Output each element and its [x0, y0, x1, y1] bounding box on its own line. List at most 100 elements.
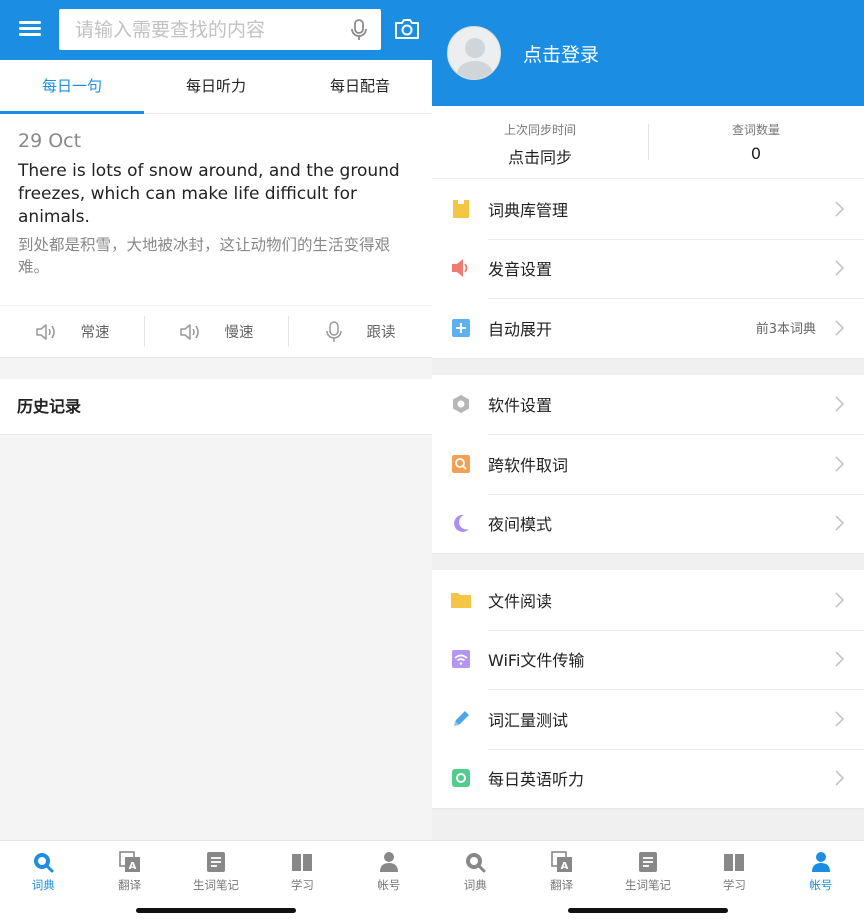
- nav-label: 帐号: [377, 878, 401, 892]
- chevron-right-icon: [835, 320, 844, 336]
- history-title[interactable]: 历史记录: [0, 379, 432, 435]
- nav-label: 生词笔记: [193, 878, 240, 892]
- settings-group-1: 词典库管理 发音设置 自动展开 前3本词典: [432, 179, 864, 358]
- settings-group-3: 文件阅读 WiFi文件传输 词汇量测试 每日英语听力: [432, 570, 864, 808]
- menu-label: 软件设置: [488, 396, 553, 416]
- dictionary-icon: [453, 199, 469, 218]
- chevron-right-icon: [835, 515, 844, 531]
- lookup-count-value: 0: [750, 144, 762, 163]
- menu-label: WiFi文件传输: [488, 651, 585, 671]
- menu-icon[interactable]: [16, 18, 44, 42]
- home-indicator: [136, 908, 296, 913]
- account-header: 点击登录: [432, 0, 864, 106]
- chevron-right-icon: [835, 592, 844, 608]
- menu-pronunciation-settings[interactable]: 发音设置: [432, 238, 864, 299]
- chevron-right-icon: [835, 260, 844, 276]
- tab-daily-listening[interactable]: 每日听力: [144, 60, 288, 113]
- speaker-icon: [35, 323, 55, 340]
- chevron-right-icon: [835, 711, 844, 727]
- gear-icon: [453, 395, 469, 414]
- translate-icon: A: [118, 851, 140, 872]
- nav-label: 翻译: [550, 878, 574, 892]
- last-sync-label: 上次同步时间: [503, 123, 576, 137]
- nav-label: 生词笔记: [625, 878, 672, 892]
- english-sentence[interactable]: There is lots of snow around, and the gr…: [18, 160, 414, 229]
- nav-account[interactable]: 帐号: [346, 841, 432, 920]
- last-sync[interactable]: 上次同步时间 点击同步: [432, 106, 648, 178]
- nav-dictionary[interactable]: 词典: [0, 841, 86, 920]
- chevron-right-icon: [835, 201, 844, 217]
- mic-icon: [325, 320, 342, 342]
- notes-icon: [639, 852, 658, 872]
- tab-daily-sentence[interactable]: 每日一句: [0, 60, 144, 114]
- wifi-icon: [452, 650, 470, 669]
- lookup-count: 查词数量 0: [648, 106, 864, 178]
- chevron-right-icon: [835, 456, 844, 472]
- speaker-icon: [179, 323, 199, 340]
- folder-icon: [451, 592, 471, 608]
- search-header: [0, 0, 432, 60]
- svg-text:A: A: [560, 861, 568, 872]
- menu-file-reading[interactable]: 文件阅读: [432, 570, 864, 630]
- menu-label: 词汇量测试: [488, 710, 569, 730]
- read-along-label: 跟读: [366, 325, 396, 341]
- plus-square-icon: [452, 318, 470, 337]
- menu-wifi-transfer[interactable]: WiFi文件传输: [432, 629, 864, 690]
- camera-icon[interactable]: [393, 17, 421, 41]
- normal-speed-label: 常速: [80, 325, 110, 341]
- dictionary-search-icon: [34, 853, 54, 873]
- auto-expand-value: 前3本词典: [755, 322, 816, 338]
- svg-text:A: A: [128, 861, 136, 872]
- slow-speed-label: 慢速: [224, 325, 254, 341]
- search-box[interactable]: [59, 9, 381, 50]
- menu-dictionary-library[interactable]: 词典库管理: [432, 179, 864, 239]
- dictionary-screen: 每日一句 每日听力 每日配音 29 Oct There is lots of s…: [0, 0, 432, 920]
- nav-label: 学习: [290, 878, 314, 892]
- menu-label: 自动展开: [488, 319, 553, 339]
- nav-label: 帐号: [809, 878, 833, 892]
- menu-label: 发音设置: [488, 260, 553, 280]
- tab-daily-dubbing[interactable]: 每日配音: [288, 60, 432, 113]
- account-screen: 点击登录 上次同步时间 点击同步 查词数量 0 词典库管理 发音设置 自动展开 …: [432, 0, 864, 920]
- dictionary-search-icon: [466, 853, 486, 873]
- login-link[interactable]: 点击登录: [523, 40, 599, 67]
- menu-daily-english-listening[interactable]: 每日英语听力: [432, 748, 864, 809]
- slow-speed-button[interactable]: 慢速: [144, 306, 288, 357]
- menu-cross-app-lookup[interactable]: 跨软件取词: [432, 434, 864, 494]
- search-square-icon: [452, 454, 470, 473]
- account-icon: [379, 852, 398, 872]
- read-along-button[interactable]: 跟读: [288, 306, 432, 357]
- menu-software-settings[interactable]: 软件设置: [432, 375, 864, 435]
- menu-label: 词典库管理: [488, 200, 569, 220]
- mic-icon[interactable]: [349, 19, 369, 41]
- daily-tabs: 每日一句 每日听力 每日配音: [0, 60, 432, 114]
- search-input[interactable]: [59, 9, 329, 50]
- nav-label: 词典: [31, 878, 55, 892]
- normal-speed-button[interactable]: 常速: [0, 306, 144, 357]
- home-indicator: [568, 908, 728, 913]
- avatar-placeholder-icon: [456, 38, 494, 79]
- sync-stats: 上次同步时间 点击同步 查词数量 0: [432, 106, 864, 179]
- chinese-translation: 到处都是积雪，大地被冰封，这让动物们的生活变得艰难。: [18, 236, 391, 276]
- sentence-date: 29 Oct: [18, 130, 82, 152]
- avatar[interactable]: [447, 26, 501, 80]
- menu-vocabulary-test[interactable]: 词汇量测试: [432, 689, 864, 749]
- nav-label: 学习: [722, 878, 746, 892]
- nav-account[interactable]: 帐号: [778, 841, 864, 920]
- chevron-right-icon: [835, 396, 844, 412]
- menu-label: 文件阅读: [488, 591, 553, 611]
- settings-group-2: 软件设置 跨软件取词 夜间模式: [432, 374, 864, 554]
- nav-dictionary[interactable]: 词典: [432, 841, 518, 920]
- book-icon: [292, 854, 313, 871]
- menu-label: 夜间模式: [488, 515, 553, 535]
- menu-auto-expand[interactable]: 自动展开 前3本词典: [432, 298, 864, 358]
- menu-label: 每日英语听力: [488, 770, 585, 790]
- notes-icon: [207, 852, 226, 872]
- menu-label: 跨软件取词: [488, 455, 569, 475]
- account-icon: [811, 852, 830, 872]
- speaker-icon: [452, 259, 468, 278]
- audio-controls: 常速 慢速 跟读: [0, 305, 432, 357]
- chevron-right-icon: [835, 651, 844, 667]
- menu-night-mode[interactable]: 夜间模式: [432, 493, 864, 554]
- pen-icon: [454, 710, 469, 726]
